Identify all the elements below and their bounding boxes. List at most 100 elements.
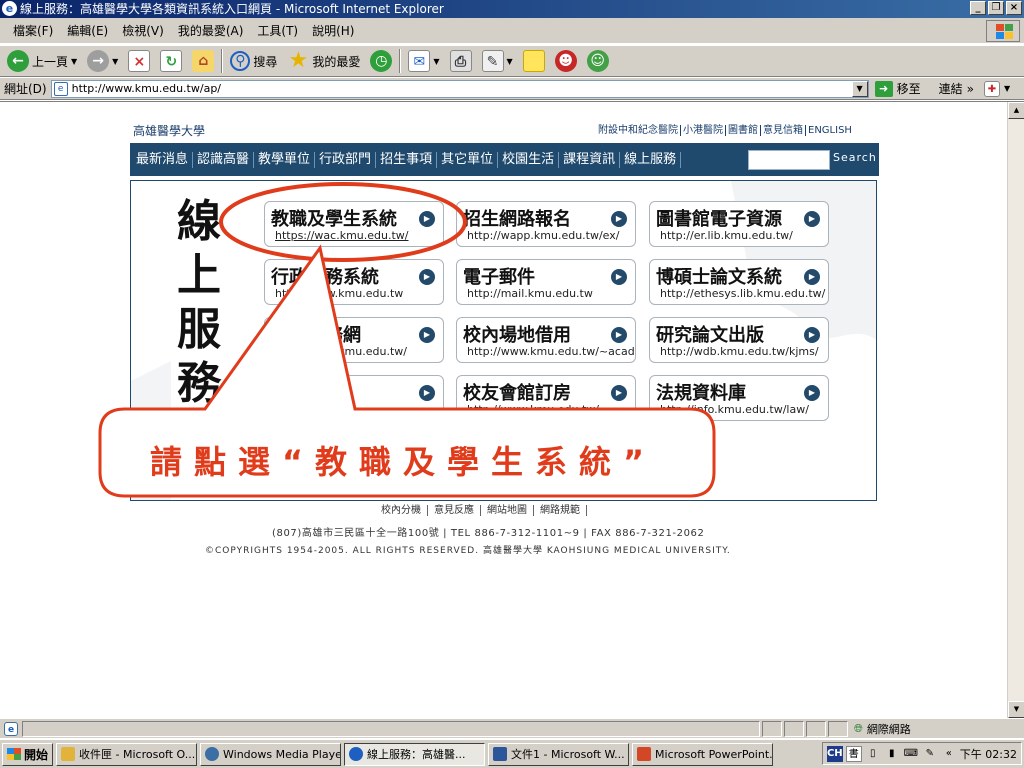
- go-button[interactable]: 移至: [897, 80, 921, 97]
- ime-punct-icon[interactable]: ▮: [884, 746, 900, 762]
- service-card[interactable]: 招生網路報名 http://wapp.kmu.edu.tw/ex/ ▶: [456, 201, 636, 247]
- service-card[interactable]: 教職及學生系統 https://wac.kmu.edu.tw/ ▶: [264, 201, 444, 247]
- top-link-library[interactable]: 圖書館: [725, 125, 760, 136]
- edit-dropdown-icon[interactable]: ▼: [507, 57, 513, 66]
- scroll-down-icon[interactable]: ▼: [1008, 701, 1024, 718]
- footer-link-extensions[interactable]: 校內分機: [375, 505, 428, 516]
- search-button[interactable]: ⚲ 搜尋: [227, 48, 280, 74]
- site-name[interactable]: 高雄醫學大學: [133, 122, 205, 139]
- service-url[interactable]: http://wapp.kmu.edu.tw/ex/: [467, 229, 635, 242]
- top-link-english[interactable]: ENGLISH: [805, 125, 854, 136]
- top-link-feedback[interactable]: 意見信箱: [760, 125, 805, 136]
- menu-file[interactable]: 檔案(F): [6, 22, 60, 39]
- service-card[interactable]: 行政事務系統 http://www.kmu.edu.tw ▶: [264, 259, 444, 305]
- close-button[interactable]: ×: [1006, 1, 1022, 15]
- top-link-hospital[interactable]: 附設中和紀念醫院: [596, 125, 680, 136]
- home-button[interactable]: ⌂: [189, 48, 217, 74]
- nav-item-admissions[interactable]: 招生事項: [376, 151, 438, 168]
- address-input[interactable]: e http://www.kmu.edu.tw/ap/ ▼: [50, 79, 869, 98]
- service-card[interactable]: 研究論文出版 http://wdb.kmu.edu.tw/kjms/ ▶: [649, 317, 829, 363]
- service-url[interactable]: http://www.kmu.edu.tw/: [275, 345, 443, 358]
- back-dropdown-icon[interactable]: ▼: [71, 57, 77, 66]
- service-card[interactable]: 博碩士論文系統 http://ethesys.lib.kmu.edu.tw/ ▶: [649, 259, 829, 305]
- service-url[interactable]: https://wac.kmu.edu.tw/: [275, 229, 443, 242]
- menu-favorites[interactable]: 我的最愛(A): [171, 22, 251, 39]
- forward-dropdown-icon[interactable]: ▼: [112, 57, 118, 66]
- ime-fullwidth-icon[interactable]: ▯: [865, 746, 881, 762]
- forward-button[interactable]: → ▼: [84, 48, 121, 74]
- footer-link-sitemap[interactable]: 網站地圖: [481, 505, 534, 516]
- stop-button[interactable]: ×: [125, 48, 153, 74]
- nav-item-other-units[interactable]: 其它單位: [437, 151, 499, 168]
- address-url[interactable]: http://www.kmu.edu.tw/ap/: [72, 82, 221, 95]
- service-url[interactable]: http://mail.kmu.edu.tw: [467, 287, 635, 300]
- messenger-button[interactable]: ☺: [584, 48, 612, 74]
- service-url[interactable]: http://www.kmu.edu.tw/: [467, 403, 635, 416]
- mail-dropdown-icon[interactable]: ▼: [433, 57, 439, 66]
- footer-link-policy[interactable]: 網路規範: [534, 505, 587, 516]
- service-url[interactable]: http://info.kmu.edu.tw/law/: [660, 403, 828, 416]
- back-button[interactable]: ← 上一頁 ▼: [4, 48, 80, 74]
- menu-view[interactable]: 檢視(V): [115, 22, 171, 39]
- note-icon: [522, 50, 545, 72]
- restore-button[interactable]: ❐: [988, 1, 1004, 15]
- vertical-scrollbar[interactable]: ▲ ▼: [1007, 102, 1024, 718]
- service-card[interactable]: 電子郵件 http://mail.kmu.edu.tw ▶: [456, 259, 636, 305]
- service-url[interactable]: http://wdb.kmu.edu.tw/kjms/: [660, 345, 828, 358]
- service-url[interactable]: http://ethesys.lib.kmu.edu.tw/: [660, 287, 828, 300]
- notes-button[interactable]: [520, 48, 548, 74]
- history-button[interactable]: ◷: [367, 48, 395, 74]
- service-card[interactable]: 校內場地借用 http://www.kmu.edu.tw/~academic ▶: [456, 317, 636, 363]
- footer-link-feedback[interactable]: 意見反應: [428, 505, 481, 516]
- service-card[interactable]: 法規資料庫 http://info.kmu.edu.tw/law/ ▶: [649, 375, 829, 421]
- menu-help[interactable]: 說明(H): [305, 22, 361, 39]
- service-card[interactable]: ▶: [264, 375, 444, 421]
- pen-icon[interactable]: ✎: [922, 746, 938, 762]
- minimize-button[interactable]: _: [970, 1, 986, 15]
- service-url[interactable]: http://www.kmu.edu.tw: [275, 287, 443, 300]
- service-url[interactable]: http://www.kmu.edu.tw/~academic: [467, 345, 635, 358]
- scroll-up-icon[interactable]: ▲: [1008, 102, 1024, 119]
- address-dropdown-icon[interactable]: ▼: [851, 80, 868, 97]
- nav-item-campus-life[interactable]: 校園生活: [498, 151, 560, 168]
- favorites-button[interactable]: ★ 我的最愛: [284, 48, 363, 74]
- links-button[interactable]: 連結: [939, 80, 963, 97]
- nav-item-about[interactable]: 認識高醫: [193, 151, 255, 168]
- site-search-button[interactable]: Search: [833, 151, 877, 164]
- start-button[interactable]: 開始: [2, 742, 54, 766]
- refresh-button[interactable]: ↻: [157, 48, 185, 74]
- ime-keyboard-icon[interactable]: ⌨: [903, 746, 919, 762]
- ime-indicator[interactable]: CH: [826, 745, 843, 762]
- menu-tools[interactable]: 工具(T): [250, 22, 305, 39]
- taskbar-button-outlook[interactable]: 收件匣 - Microsoft O...: [56, 742, 198, 766]
- service-card[interactable]: 圖書館電子資源 http://er.lib.kmu.edu.tw/ ▶: [649, 201, 829, 247]
- nav-item-administration[interactable]: 行政部門: [315, 151, 377, 168]
- ime-mode-icon[interactable]: 書: [845, 745, 862, 762]
- history-icon: ◷: [370, 50, 393, 72]
- taskbar-button-powerpoint[interactable]: Microsoft PowerPoint...: [632, 742, 774, 766]
- menu-edit[interactable]: 編輯(E): [60, 22, 115, 39]
- nav-item-online-services[interactable]: 線上服務: [620, 151, 682, 168]
- edit-button[interactable]: ✎ ▼: [479, 48, 516, 74]
- play-arrow-icon: ▶: [804, 211, 820, 227]
- chevron-left-icon[interactable]: «: [941, 746, 957, 762]
- ime-bar-icon[interactable]: ✚: [983, 80, 1000, 97]
- go-arrow-icon[interactable]: ➜: [874, 80, 893, 97]
- nav-item-academics[interactable]: 教學單位: [254, 151, 316, 168]
- devil-button[interactable]: ☻: [552, 48, 580, 74]
- site-search-input[interactable]: [748, 150, 830, 170]
- nav-item-news[interactable]: 最新消息: [132, 151, 194, 168]
- chevron-right-icon[interactable]: »: [967, 82, 974, 96]
- ime-dropdown-icon[interactable]: ▼: [1004, 84, 1010, 93]
- service-card[interactable]: 校友會館訂房 http://www.kmu.edu.tw/ ▶: [456, 375, 636, 421]
- taskbar-button-media-player[interactable]: Windows Media Player: [200, 742, 342, 766]
- print-button[interactable]: ⎙: [447, 48, 475, 74]
- service-card[interactable]: 教師服務網 http://www.kmu.edu.tw/ ▶: [264, 317, 444, 363]
- service-url[interactable]: http://er.lib.kmu.edu.tw/: [660, 229, 828, 242]
- taskbar-button-ie[interactable]: 線上服務：高雄醫...: [344, 742, 486, 766]
- nav-item-courses[interactable]: 課程資訊: [559, 151, 621, 168]
- status-cell: [762, 720, 782, 737]
- mail-button[interactable]: ✉ ▼: [405, 48, 442, 74]
- taskbar-button-word[interactable]: 文件1 - Microsoft W...: [488, 742, 630, 766]
- top-link-xiaogang[interactable]: 小港醫院: [680, 125, 725, 136]
